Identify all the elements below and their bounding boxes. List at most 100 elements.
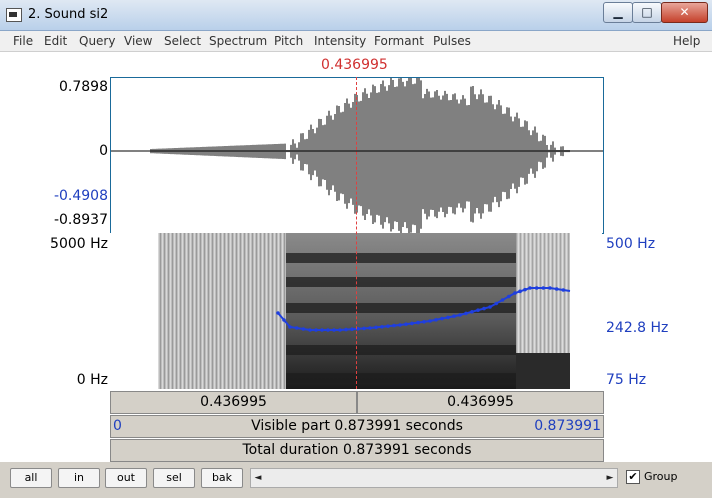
horizontal-scrollbar[interactable]: ◄ ► bbox=[250, 468, 618, 488]
visible-end-label: 0.873991 bbox=[534, 418, 601, 434]
pitch-point bbox=[523, 287, 527, 292]
menu-bar: File Edit Query View Select Spectrum Pit… bbox=[0, 31, 712, 52]
pitch-point bbox=[338, 328, 342, 332]
menu-intensity[interactable]: Intensity bbox=[314, 34, 366, 48]
pitch-point bbox=[368, 326, 372, 330]
pitch-point bbox=[398, 323, 402, 327]
close-button[interactable]: ✕ bbox=[661, 2, 708, 23]
zoom-selection-button[interactable]: sel bbox=[153, 468, 195, 488]
visible-part-bar[interactable]: 0 Visible part 0.873991 seconds 0.873991 bbox=[110, 415, 604, 438]
cursor-line bbox=[356, 77, 357, 389]
pitch-point bbox=[294, 326, 299, 330]
pitch-point bbox=[282, 318, 286, 322]
pitch-point bbox=[416, 320, 420, 325]
pitch-point bbox=[518, 289, 522, 294]
menu-help[interactable]: Help bbox=[673, 34, 700, 48]
pitch-point bbox=[482, 306, 486, 311]
pitch-point bbox=[561, 288, 566, 292]
pitch-point bbox=[534, 286, 539, 290]
pitch-point bbox=[288, 325, 292, 329]
group-checkbox[interactable]: ✔ bbox=[626, 470, 640, 484]
waveform-panel[interactable] bbox=[110, 76, 604, 234]
pitch-point bbox=[276, 311, 280, 315]
pitch-point bbox=[410, 321, 414, 326]
selection-left-bar[interactable]: 0.436995 bbox=[110, 391, 357, 414]
menu-select[interactable]: Select bbox=[164, 34, 201, 48]
formant-band bbox=[286, 303, 516, 313]
total-duration-bar[interactable]: Total duration 0.873991 seconds bbox=[110, 439, 604, 462]
pitch-point bbox=[446, 315, 450, 320]
menu-file[interactable]: File bbox=[13, 34, 33, 48]
waveform-zero-label: 0 bbox=[99, 143, 108, 159]
pitch-point bbox=[308, 328, 312, 332]
pitch-point bbox=[440, 316, 444, 321]
pitch-point bbox=[380, 325, 384, 329]
formant-band bbox=[286, 373, 516, 383]
formant-band bbox=[286, 253, 516, 263]
pitch-point bbox=[392, 323, 396, 328]
pitch-point bbox=[464, 311, 468, 316]
waveform-cursor-value-label: -0.4908 bbox=[53, 188, 108, 204]
title-bar[interactable]: 2. Sound si2 ▁ □ ✕ bbox=[0, 0, 712, 31]
menu-formant[interactable]: Formant bbox=[374, 34, 424, 48]
app-icon bbox=[6, 8, 22, 22]
pitch-point bbox=[326, 328, 330, 332]
pitch-point bbox=[428, 319, 432, 323]
scroll-left-icon[interactable]: ◄ bbox=[251, 469, 265, 487]
menu-edit[interactable]: Edit bbox=[44, 34, 67, 48]
pitch-max-label: 500 Hz bbox=[606, 236, 656, 252]
spectrogram-min-freq-label: 0 Hz bbox=[76, 372, 108, 388]
pitch-point bbox=[554, 287, 559, 291]
zoom-all-button[interactable]: all bbox=[10, 468, 52, 488]
pitch-point bbox=[541, 286, 546, 290]
waveform-min-label: -0.8937 bbox=[53, 212, 108, 228]
pitch-point bbox=[422, 320, 426, 324]
pitch-point bbox=[404, 322, 408, 326]
pitch-point bbox=[301, 327, 306, 331]
pitch-point bbox=[506, 294, 511, 299]
menu-pulses[interactable]: Pulses bbox=[433, 34, 471, 48]
pitch-point bbox=[513, 291, 517, 295]
visible-part-label: Visible part 0.873991 seconds bbox=[251, 418, 463, 434]
scroll-right-icon[interactable]: ► bbox=[603, 469, 617, 487]
menu-spectrum[interactable]: Spectrum bbox=[209, 34, 267, 48]
menu-view[interactable]: View bbox=[124, 34, 152, 48]
minimize-button[interactable]: ▁ bbox=[603, 2, 633, 23]
zoom-back-button[interactable]: bak bbox=[201, 468, 243, 488]
pitch-point bbox=[548, 286, 552, 290]
pitch-point bbox=[350, 327, 354, 331]
maximize-button[interactable]: □ bbox=[632, 2, 662, 23]
formant-band bbox=[286, 345, 516, 355]
selection-right-bar[interactable]: 0.436995 bbox=[357, 391, 604, 414]
waveform-max-label: 0.7898 bbox=[59, 79, 108, 95]
pitch-point bbox=[332, 328, 336, 332]
pitch-point bbox=[320, 328, 324, 332]
group-label: Group bbox=[644, 470, 678, 483]
pitch-point bbox=[362, 326, 366, 331]
pitch-point bbox=[470, 310, 474, 314]
pitch-point bbox=[314, 328, 318, 332]
pitch-point bbox=[528, 286, 532, 290]
waveform-graphic bbox=[111, 76, 603, 234]
pitch-point bbox=[344, 327, 348, 332]
pitch-value-label: 242.8 Hz bbox=[606, 320, 669, 336]
menu-pitch[interactable]: Pitch bbox=[274, 34, 303, 48]
bottom-toolbar: all in out sel bak ◄ ► ✔ Group bbox=[0, 462, 712, 498]
pitch-point bbox=[386, 324, 390, 328]
pitch-point bbox=[500, 298, 505, 302]
pitch-point bbox=[488, 305, 492, 309]
formant-band bbox=[286, 277, 516, 287]
pitch-point bbox=[494, 301, 499, 306]
pitch-point bbox=[374, 325, 378, 330]
zoom-in-button[interactable]: in bbox=[58, 468, 100, 488]
praat-sound-window: 2. Sound si2 ▁ □ ✕ File Edit Query View … bbox=[0, 0, 712, 498]
visible-start-label: 0 bbox=[113, 418, 122, 434]
pitch-point bbox=[458, 313, 462, 317]
pitch-point bbox=[476, 308, 480, 312]
cursor-time-label: 0.436995 bbox=[321, 57, 388, 73]
pitch-point bbox=[434, 318, 438, 322]
spectrogram-max-freq-label: 5000 Hz bbox=[50, 236, 108, 252]
zoom-out-button[interactable]: out bbox=[105, 468, 147, 488]
pitch-min-label: 75 Hz bbox=[606, 372, 647, 388]
menu-query[interactable]: Query bbox=[79, 34, 115, 48]
